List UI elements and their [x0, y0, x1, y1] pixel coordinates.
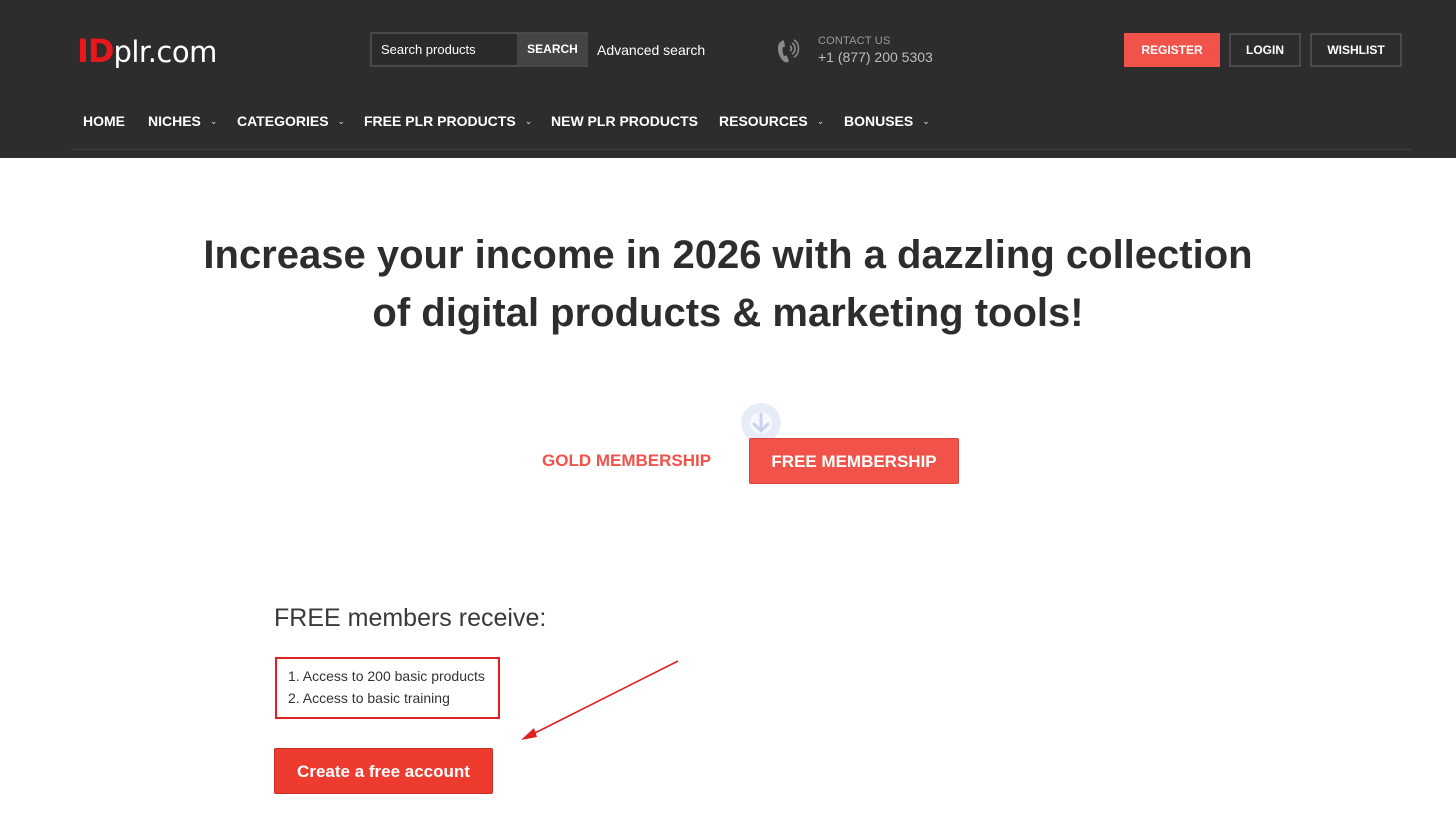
list-item: 2. Access to basic training — [288, 690, 450, 706]
chevron-down-icon: ⌄ — [922, 116, 930, 126]
nav-item-label: CATEGORIES — [237, 113, 329, 129]
nav-item-label: HOME — [83, 113, 125, 129]
advanced-search-link[interactable]: Advanced search — [597, 42, 705, 58]
nav-item-bonuses[interactable]: BONUSES ⌄ — [844, 113, 930, 129]
hero-line-1: Increase your income in 2026 with a dazz… — [203, 233, 1253, 277]
nav-item-label: BONUSES — [844, 113, 914, 129]
nav-item-label: RESOURCES — [719, 113, 808, 129]
nav-item-home[interactable]: HOME — [83, 113, 125, 129]
hero-line-2: of digital products & marketing tools! — [372, 291, 1084, 335]
list-item: 1. Access to 200 basic products — [288, 668, 485, 684]
logo-id-mark: ID — [77, 32, 114, 70]
nav-item-categories[interactable]: CATEGORIES ⌄ — [237, 113, 345, 129]
annotation-arrow — [521, 660, 679, 740]
site-header: ID plr.com SEARCH Advanced search CONTAC… — [0, 0, 1456, 158]
login-button[interactable]: LOGIN — [1229, 33, 1301, 67]
nav-item-new-plr-products[interactable]: NEW PLR PRODUCTS — [551, 113, 698, 129]
site-logo[interactable]: ID plr.com — [77, 32, 217, 70]
chevron-down-icon: ⌄ — [816, 116, 825, 126]
free-members-title: FREE members receive: — [274, 604, 547, 632]
nav-item-free-plr-products[interactable]: FREE PLR PRODUCTS ⌄ — [364, 113, 532, 129]
nav-item-niches[interactable]: NICHES ⌄ — [148, 113, 217, 129]
tab-free-membership[interactable]: FREE MEMBERSHIP — [749, 438, 959, 484]
logo-wordmark: plr.com — [113, 35, 217, 69]
chevron-down-icon: ⌄ — [209, 116, 218, 126]
contact-label: CONTACT US — [818, 35, 891, 47]
wishlist-button[interactable]: WISHLIST — [1310, 33, 1402, 67]
tab-gold-membership[interactable]: GOLD MEMBERSHIP — [542, 451, 711, 471]
create-free-account-button[interactable]: Create a free account — [274, 748, 493, 794]
nav-item-label: FREE PLR PRODUCTS — [364, 113, 516, 129]
contact-phone[interactable]: +1 (877) 200 5303 — [818, 49, 933, 65]
search-button[interactable]: SEARCH — [517, 34, 588, 65]
hero-headline: Increase your income in 2026 with a dazz… — [0, 226, 1456, 342]
arrow-down-icon — [741, 403, 781, 443]
search-input[interactable] — [372, 34, 517, 65]
register-button[interactable]: REGISTER — [1124, 33, 1220, 67]
chevron-down-icon: ⌄ — [524, 116, 533, 126]
search-bar: SEARCH — [370, 32, 588, 67]
main-nav: HOME NICHES ⌄ CATEGORIES ⌄ FREE PLR PRODUC… — [70, 94, 1412, 150]
nav-item-label: NICHES — [148, 113, 201, 129]
chevron-down-icon: ⌄ — [337, 116, 346, 126]
benefits-list: 1. Access to 200 basic products 2. Acces… — [275, 657, 500, 719]
nav-item-label: NEW PLR PRODUCTS — [551, 113, 698, 129]
nav-item-resources[interactable]: RESOURCES ⌄ — [719, 113, 824, 129]
phone-icon — [778, 39, 800, 63]
